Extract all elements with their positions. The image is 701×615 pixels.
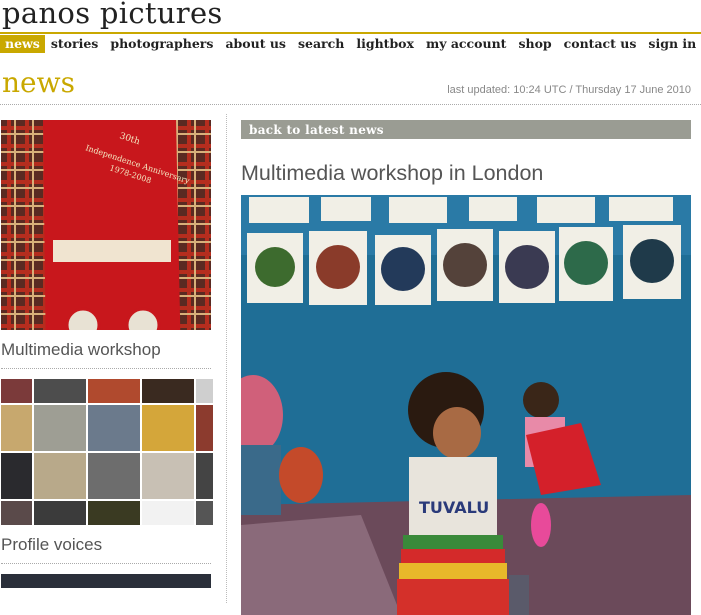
mosaic-tile <box>196 379 213 403</box>
main-nav: news stories photographers about us sear… <box>0 32 701 54</box>
article: back to latest news Multimedia workshop … <box>241 120 691 615</box>
sidebar-caption-profile-voices[interactable]: Profile voices <box>1 535 211 555</box>
mosaic-tile <box>142 379 194 403</box>
mosaic-tile <box>1 379 32 403</box>
sidebar-thumbnail-profile-voices[interactable] <box>1 379 213 525</box>
nav-news[interactable]: news <box>0 35 45 53</box>
fabric-photo-image: 30th Independence Anniversary 1978-2008 … <box>1 120 211 330</box>
page-heading: news <box>2 66 75 99</box>
children-classroom-photo-image: TUVALU <box>241 195 691 615</box>
nav-lightbox[interactable]: lightbox <box>350 35 420 53</box>
nav-search[interactable]: search <box>292 35 350 53</box>
mosaic-tile <box>1 453 32 499</box>
mosaic-tile <box>196 453 213 499</box>
nav-stories[interactable]: stories <box>45 35 104 53</box>
sidebar-divider <box>1 563 211 564</box>
mosaic-tile <box>142 405 194 451</box>
mosaic-tile <box>142 453 194 499</box>
nav-shop[interactable]: shop <box>512 35 557 53</box>
nav-photographers[interactable]: photographers <box>104 35 219 53</box>
nav-contact-us[interactable]: contact us <box>558 35 643 53</box>
article-photo[interactable]: TUVALU <box>241 195 691 615</box>
nav-my-account[interactable]: my account <box>420 35 512 53</box>
mosaic-tile <box>1 501 32 525</box>
column-divider <box>226 114 227 603</box>
mosaic-tile <box>88 453 140 499</box>
mosaic-tile <box>88 501 140 525</box>
last-updated-text: last updated: 10:24 UTC / Thursday 17 Ju… <box>447 84 691 96</box>
back-bar: back to latest news <box>241 120 691 139</box>
mosaic-tile <box>34 453 86 499</box>
sidebar: 30th Independence Anniversary 1978-2008 … <box>1 120 213 588</box>
mosaic-tile <box>142 501 194 525</box>
nav-sign-in[interactable]: sign in <box>642 35 701 53</box>
back-to-latest-news-link[interactable]: back to latest news <box>241 123 384 137</box>
sidebar-caption-multimedia[interactable]: Multimedia workshop <box>1 340 211 360</box>
mosaic-tile <box>34 379 86 403</box>
nav-about-us[interactable]: about us <box>219 35 292 53</box>
mosaic-tile <box>88 379 140 403</box>
sidebar-thumbnail-multimedia[interactable]: 30th Independence Anniversary 1978-2008 … <box>1 120 211 330</box>
mosaic-tile <box>88 405 140 451</box>
mosaic-tile <box>34 501 86 525</box>
article-title: Multimedia workshop in London <box>241 161 544 185</box>
mosaic-tile <box>34 405 86 451</box>
mosaic-tile <box>196 405 213 451</box>
mosaic-tile <box>1 405 32 451</box>
sidebar-thumbnail-next[interactable] <box>1 574 211 588</box>
sidebar-divider <box>1 368 211 369</box>
mosaic-tile <box>196 501 213 525</box>
site-logo-title[interactable]: panos pictures <box>2 0 223 30</box>
header-divider <box>0 104 701 105</box>
svg-text:TUVALU: TUVALU <box>419 498 489 517</box>
